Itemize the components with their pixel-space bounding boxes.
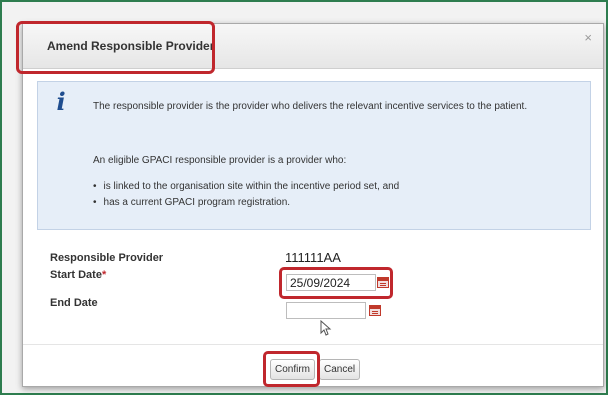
info-paragraph-1: The responsible provider is the provider… [93,101,528,112]
mouse-cursor-icon [320,320,332,336]
confirm-highlight-annotation [263,351,320,387]
info-bullet-item: is linked to the organisation site withi… [93,179,400,195]
cancel-button[interactable]: Cancel [319,359,361,380]
required-marker: * [101,269,107,281]
end-date-field[interactable] [286,302,366,319]
footer-separator [23,344,603,345]
calendar-icon[interactable] [369,305,381,316]
responsible-provider-label: Responsible Provider [50,252,164,264]
responsible-provider-value: 111111AA [285,250,341,265]
end-date-label: End Date [50,297,98,309]
info-paragraph-2: An eligible GPACI responsible provider i… [93,155,347,166]
title-highlight-annotation [16,21,215,74]
info-icon: i [56,87,66,116]
close-icon[interactable]: × [584,30,592,45]
info-bullet-item: has a current GPACI program registration… [93,195,399,211]
start-date-label: Start Date* [50,269,106,281]
start-date-label-text: Start Date [50,269,102,281]
info-bullet-list: is linked to the organisation site withi… [93,179,400,211]
amend-responsible-provider-dialog: Amend Responsible Provider × i The respo… [16,21,604,387]
screenshot-frame: Amend Responsible Provider × i The respo… [0,0,608,395]
info-box: i The responsible provider is the provid… [37,81,591,230]
start-date-highlight-annotation [279,267,393,299]
